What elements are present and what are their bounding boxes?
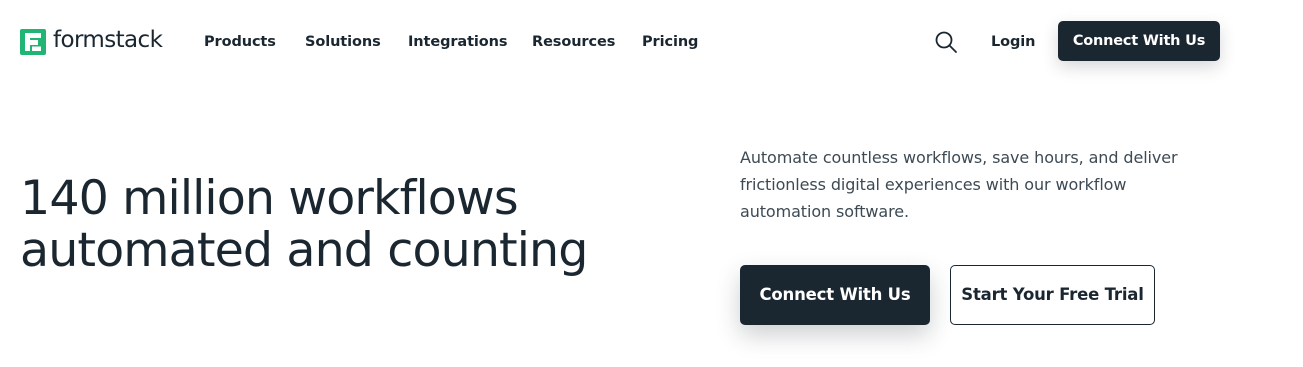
hero-title: 140 million workflows automated and coun… [20, 173, 700, 277]
formstack-logo[interactable]: formstack [20, 27, 163, 55]
hero-title-line-2: automated and counting [20, 223, 588, 278]
page: formstack Products Solutions Integration… [0, 0, 1303, 367]
header-connect-button[interactable]: Connect With Us [1058, 21, 1220, 61]
hero-title-line-1: 140 million workflows [20, 171, 519, 226]
nav-item-integrations[interactable]: Integrations [408, 30, 508, 54]
formstack-logo-icon [20, 28, 46, 55]
hero-description: Automate countless workflows, save hours… [740, 148, 1178, 221]
login-link[interactable]: Login [991, 30, 1035, 54]
search-icon [935, 31, 957, 53]
nav-item-resources[interactable]: Resources [532, 30, 615, 54]
site-header: formstack Products Solutions Integration… [0, 0, 1303, 82]
nav-item-products[interactable]: Products [204, 30, 276, 54]
nav-item-pricing[interactable]: Pricing [642, 30, 698, 54]
nav-item-solutions[interactable]: Solutions [305, 30, 381, 54]
brand-name: formstack [53, 27, 163, 53]
free-trial-button[interactable]: Start Your Free Trial [950, 265, 1155, 325]
search-button[interactable] [933, 29, 959, 55]
hero-connect-button[interactable]: Connect With Us [740, 265, 930, 325]
